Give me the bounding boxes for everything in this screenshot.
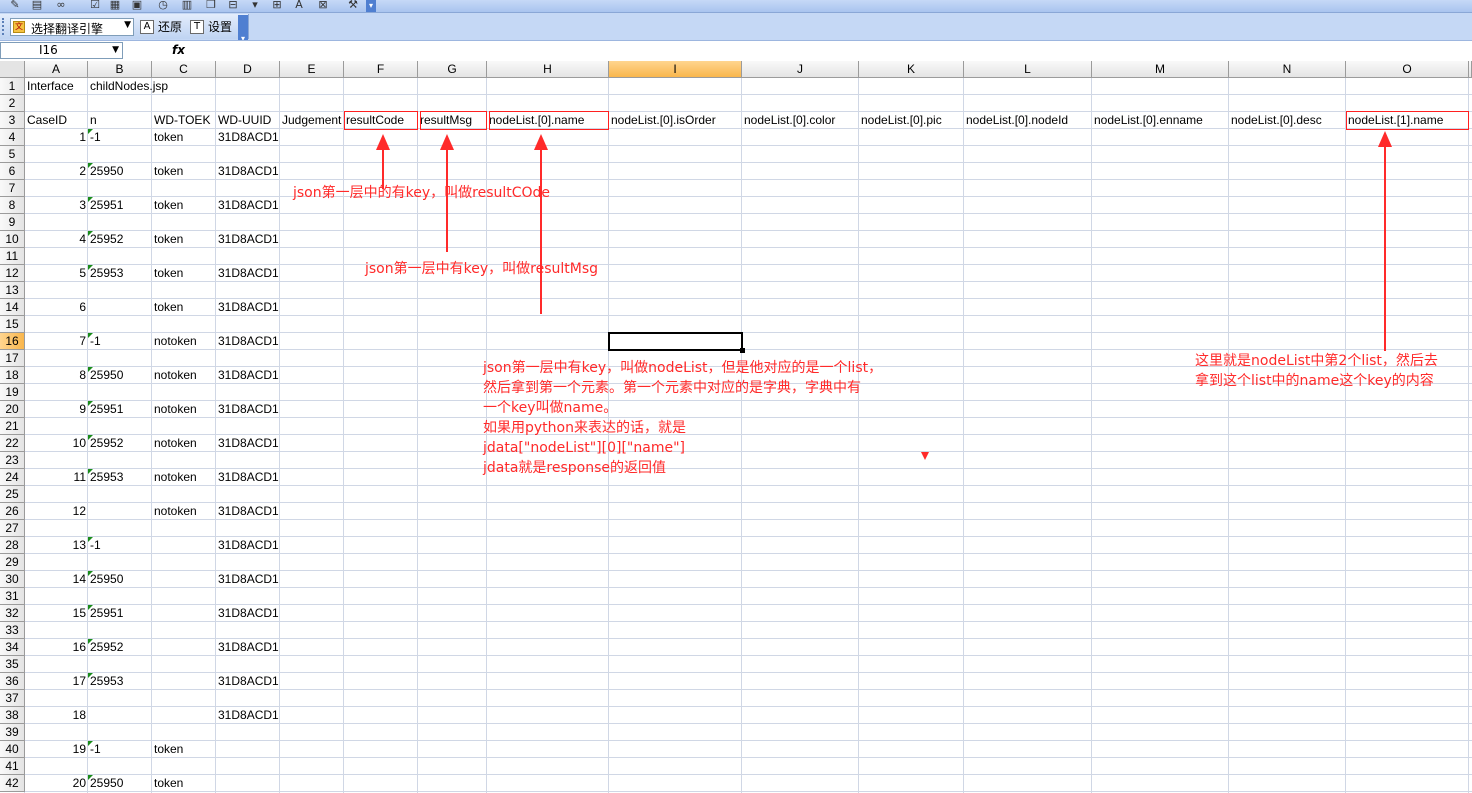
chevron-down-icon[interactable]: ▼ — [124, 20, 131, 30]
note-node-list-line: 一个key叫做name。 — [483, 400, 618, 416]
settings-button[interactable]: T 设置 — [190, 18, 232, 36]
formula-input[interactable] — [186, 42, 1472, 59]
copy-icon[interactable]: ❐ — [204, 0, 218, 10]
settings-label: 设置 — [208, 20, 233, 34]
arrow-node-list-1 — [1378, 131, 1392, 351]
spreadsheet-grid[interactable]: A B C D E F G H I J K L M N O 1 2 3 4 5 6 7 8 9 10 11 12 13 14 15 16 17… — [0, 61, 1472, 793]
annotation-arrows — [376, 131, 1392, 460]
toolbar-icons: ✎ ▤ ∞ ☑ ▦ ▣ ◷ ▥ ❐ ⊟ ▾ ⊞ A ⊠ ⚒ ▾ — [0, 0, 380, 12]
sheet-icon[interactable]: ▥ — [180, 0, 194, 10]
name-box-value: I16 — [39, 43, 58, 57]
small-triangle-mark — [921, 452, 929, 460]
restore-icon: A — [140, 20, 154, 34]
note-result-msg: json第一层中有key，叫做resultMsg — [365, 261, 598, 277]
link-icon[interactable]: ∞ — [54, 0, 68, 10]
document-icon[interactable]: ▤ — [30, 0, 44, 10]
fx-icon[interactable]: fx — [172, 43, 185, 57]
engine-select-label: 选择翻译引擎 — [31, 22, 104, 36]
translate-toolbar-box: 文 选择翻译引擎 ▼ A 还原 T 设置 ▾ — [0, 14, 249, 43]
translate-toolbar: 文 选择翻译引擎 ▼ A 还原 T 设置 ▾ — [0, 13, 1472, 43]
note-result-code: json第一层中的有key，叫做resultCOde — [293, 185, 551, 201]
font-icon[interactable]: A — [292, 0, 306, 10]
tools-icon[interactable]: ⚒ — [346, 0, 360, 10]
restore-label: 还原 — [158, 20, 183, 34]
note-node-list-line: 然后拿到第一个元素。第一个元素中对应的是字典，字典中有 — [483, 380, 861, 396]
translate-icon: 文 — [13, 21, 25, 33]
name-box[interactable]: I16 ▼ — [0, 42, 123, 59]
toolbar-options-icon[interactable]: ▾ — [366, 0, 376, 12]
toolbar-options-icon-2[interactable]: ▾ — [238, 15, 248, 43]
settings-icon: T — [190, 20, 204, 34]
note-node-list-line: jdata就是response的返回值 — [483, 460, 667, 476]
filter-icon[interactable]: ⊟ — [226, 0, 240, 10]
note-node-list-line: 如果用python来表达的话，就是 — [483, 420, 686, 436]
arrow-result-code — [376, 134, 390, 189]
restore-button[interactable]: A 还原 — [140, 18, 182, 36]
note-second-list-line: 这里就是nodeList中第2个list，然后去 — [1195, 353, 1438, 369]
standard-toolbar: ✎ ▤ ∞ ☑ ▦ ▣ ◷ ▥ ❐ ⊟ ▾ ⊞ A ⊠ ⚒ ▾ — [0, 0, 1472, 13]
table-icon[interactable]: ▦ — [108, 0, 122, 10]
note-second-list-line: 拿到这个list中的name这个key的内容 — [1195, 373, 1434, 389]
arrow-node-list — [534, 134, 548, 314]
picture-icon[interactable]: ⊠ — [316, 0, 330, 10]
save-icon[interactable]: ▾ — [248, 0, 262, 10]
drawing-icon[interactable]: ⊞ — [270, 0, 284, 10]
toolbar-grip-icon[interactable] — [2, 18, 7, 35]
edit-icon[interactable]: ✎ — [8, 0, 22, 10]
grid-icon[interactable]: ▣ — [130, 0, 144, 10]
engine-select[interactable]: 文 选择翻译引擎 ▼ — [10, 18, 134, 36]
note-node-list-line: jdata["nodeList"][0]["name"] — [483, 440, 685, 456]
check-icon[interactable]: ☑ — [88, 0, 102, 10]
chevron-down-icon[interactable]: ▼ — [112, 43, 119, 58]
note-node-list-line: json第一层中有key，叫做nodeList，但是他对应的是一个list， — [483, 360, 883, 376]
formula-bar: I16 ▼ fx — [0, 40, 1472, 62]
clock-icon[interactable]: ◷ — [156, 0, 170, 10]
